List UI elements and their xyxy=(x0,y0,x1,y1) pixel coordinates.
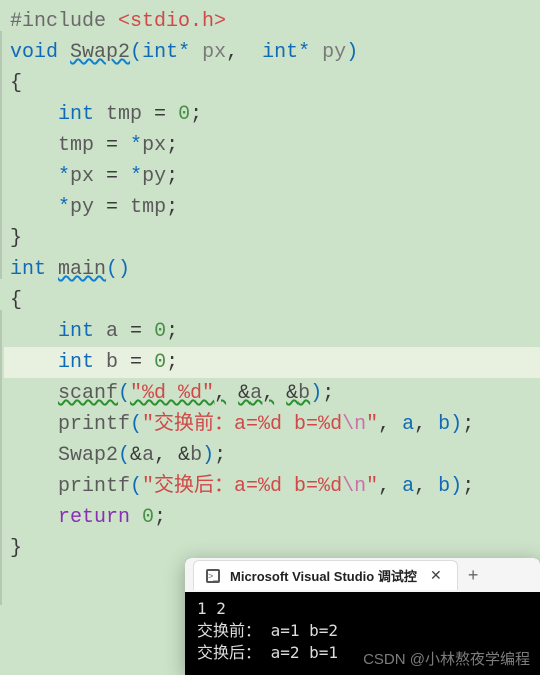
code-line: *px = *py; xyxy=(4,161,540,192)
bracket-guide xyxy=(0,31,2,279)
code-line: return 0; xyxy=(4,502,540,533)
bracket-guide xyxy=(0,310,2,605)
watermark-text: CSDN @小林熬夜学编程 xyxy=(363,648,530,669)
code-line: printf("交换后：a=%d b=%d\n", a, b); xyxy=(4,471,540,502)
code-line: tmp = *px; xyxy=(4,130,540,161)
code-line: { xyxy=(4,68,540,99)
code-line: printf("交换前：a=%d b=%d\n", a, b); xyxy=(4,409,540,440)
code-editor[interactable]: #include <stdio.h> void Swap2(int* px, i… xyxy=(0,0,540,564)
console-titlebar[interactable]: >_ Microsoft Visual Studio 调试控 ✕ + xyxy=(185,558,540,592)
code-line: #include <stdio.h> xyxy=(4,6,540,37)
code-line: *py = tmp; xyxy=(4,192,540,223)
new-tab-button[interactable]: + xyxy=(468,565,479,586)
code-line: int a = 0; xyxy=(4,316,540,347)
console-line: 交换前： a=1 b=2 xyxy=(197,620,528,642)
code-line: { xyxy=(4,285,540,316)
code-line: void Swap2(int* px, int* py) xyxy=(4,37,540,68)
code-line: scanf("%d %d", &a, &b); xyxy=(4,378,540,409)
code-line: int tmp = 0; xyxy=(4,99,540,130)
console-tab[interactable]: >_ Microsoft Visual Studio 调试控 ✕ xyxy=(193,560,458,590)
terminal-icon: >_ xyxy=(206,569,220,583)
code-line: int main() xyxy=(4,254,540,285)
code-line-active: int b = 0; xyxy=(4,347,540,378)
console-tab-title: Microsoft Visual Studio 调试控 xyxy=(230,566,417,585)
close-icon[interactable]: ✕ xyxy=(427,567,445,585)
console-line: 1 2 xyxy=(197,598,528,620)
code-line: Swap2(&a, &b); xyxy=(4,440,540,471)
code-line: } xyxy=(4,223,540,254)
